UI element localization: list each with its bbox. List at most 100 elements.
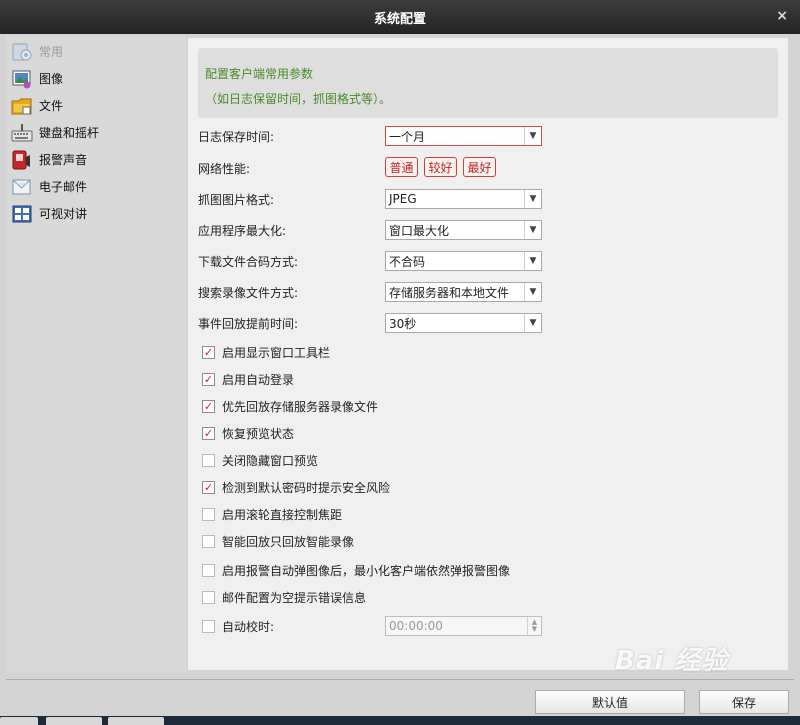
select-value: 窗口最大化 <box>389 223 450 238</box>
network-label: 网络性能: <box>198 161 251 176</box>
intercom-icon <box>11 203 33 225</box>
sidebar-item-label: 电子邮件 <box>39 180 88 194</box>
select-value: 存储服务器和本地文件 <box>389 285 510 300</box>
checkbox-label: 检测到默认密码时提示安全风险 <box>222 480 391 495</box>
taskbar-item[interactable] <box>46 717 102 725</box>
checkbox[interactable] <box>202 619 215 633</box>
download-merge-select[interactable]: 不合码 ▼ <box>385 251 542 271</box>
default-button[interactable]: 默认值 <box>535 690 685 714</box>
checkbox-show-toolbar[interactable]: ✓ 启用显示窗口工具栏 <box>202 342 330 362</box>
sidebar-item-label: 报警声音 <box>39 153 88 167</box>
checkbox-email-empty-error[interactable]: 邮件配置为空提示错误信息 <box>202 587 366 607</box>
checkbox[interactable]: ✓ <box>202 399 215 413</box>
app-maximize-label: 应用程序最大化: <box>198 223 287 238</box>
checkbox-alarm-popup-minimized[interactable]: 启用报警自动弹图像后，最小化客户端依然弹报警图像 <box>202 560 510 580</box>
info-line: （如日志保留时间，抓图格式等）。 <box>205 92 392 106</box>
checkbox-label: 恢复预览状态 <box>222 426 295 441</box>
chevron-down-icon: ▼ <box>524 190 541 208</box>
checkbox-restore-preview[interactable]: ✓ 恢复预览状态 <box>202 423 294 443</box>
network-good-button[interactable]: 较好 <box>424 157 457 177</box>
taskbar-item[interactable] <box>108 717 164 725</box>
search-record-label: 搜索录像文件方式: <box>198 285 299 300</box>
sidebar-item-keyboard[interactable]: 键盘和摇杆 <box>6 119 186 146</box>
settings-window: 系统配置 × 常用 图像 文件 键盘和摇杆 报警声音 电子邮件 可视对讲 配置客… <box>0 0 800 725</box>
checkbox-label: 邮件配置为空提示错误信息 <box>222 590 367 605</box>
checkbox[interactable]: ✓ <box>202 480 215 494</box>
select-value: JPEG <box>389 192 417 206</box>
checkbox[interactable]: ✓ <box>202 345 215 359</box>
footer-divider <box>6 679 794 680</box>
checkbox-close-hidden-preview[interactable]: 关闭隐藏窗口预览 <box>202 450 318 470</box>
checkbox-scroll-focus[interactable]: 启用滚轮直接控制焦距 <box>202 504 342 524</box>
checkbox-label: 启用报警自动弹图像后，最小化客户端依然弹报警图像 <box>222 563 511 578</box>
sidebar-item-alarm-sound[interactable]: 报警声音 <box>6 146 186 173</box>
chevron-down-icon: ▼ <box>524 221 541 239</box>
sidebar-item-label: 图像 <box>39 72 64 86</box>
watermark-logo: Bai 经验 <box>615 646 729 676</box>
spinner-icon[interactable]: ▲ ▼ <box>527 617 541 635</box>
info-box: 配置客户端常用参数 （如日志保留时间，抓图格式等）。 <box>198 48 778 118</box>
checkbox-auto-time-sync[interactable]: 自动校时: <box>202 616 274 636</box>
taskbar <box>0 716 800 725</box>
image-icon <box>11 68 33 90</box>
checkbox[interactable] <box>202 590 215 604</box>
checkbox-label: 关闭隐藏窗口预览 <box>222 453 319 468</box>
alarm-sound-icon <box>11 149 33 171</box>
network-row: 网络性能: 普通 较好 最好 <box>198 157 778 179</box>
chevron-down-icon: ▼ <box>524 283 541 301</box>
sidebar-item-label: 键盘和摇杆 <box>39 126 100 140</box>
checkbox-label: 智能回放只回放智能录像 <box>222 534 355 549</box>
checkbox[interactable] <box>202 453 215 467</box>
checkbox[interactable]: ✓ <box>202 426 215 440</box>
capture-format-select[interactable]: JPEG ▼ <box>385 189 542 209</box>
sidebar-item-label: 可视对讲 <box>39 207 88 221</box>
sidebar-item-file[interactable]: 文件 <box>6 92 186 119</box>
settings-icon <box>11 41 33 63</box>
checkbox[interactable] <box>202 507 215 521</box>
settings-panel: 配置客户端常用参数 （如日志保留时间，抓图格式等）。 日志保存时间: 一个月 ▼… <box>188 38 788 670</box>
checkbox-prefer-server-playback[interactable]: ✓ 优先回放存储服务器录像文件 <box>202 396 378 416</box>
checkbox[interactable] <box>202 563 215 577</box>
select-value: 一个月 <box>389 129 426 144</box>
taskbar-start[interactable] <box>0 717 38 725</box>
info-line: 配置客户端常用参数 <box>205 67 314 81</box>
checkbox-default-password-warning[interactable]: ✓ 检测到默认密码时提示安全风险 <box>202 477 390 497</box>
window-title: 系统配置 <box>373 11 426 27</box>
sidebar-item-intercom[interactable]: 可视对讲 <box>6 200 186 227</box>
search-record-select[interactable]: 存储服务器和本地文件 ▼ <box>385 282 542 302</box>
event-playback-select[interactable]: 30秒 ▼ <box>385 313 542 333</box>
sidebar-item-general[interactable]: 常用 <box>6 38 186 65</box>
select-value: 30秒 <box>389 316 417 331</box>
close-icon[interactable]: × <box>776 8 788 24</box>
log-retention-label: 日志保存时间: <box>198 129 275 144</box>
chevron-down-icon: ▼ <box>524 127 541 145</box>
app-maximize-row: 应用程序最大化: 窗口最大化 ▼ <box>198 219 778 241</box>
download-merge-label: 下载文件合码方式: <box>198 254 299 269</box>
checkbox-auto-login[interactable]: ✓ 启用自动登录 <box>202 369 294 389</box>
log-retention-select[interactable]: 一个月 ▼ <box>385 126 542 146</box>
sidebar-item-email[interactable]: 电子邮件 <box>6 173 186 200</box>
event-playback-label: 事件回放提前时间: <box>198 316 299 331</box>
network-best-button[interactable]: 最好 <box>463 157 496 177</box>
chevron-down-icon: ▼ <box>524 252 541 270</box>
sidebar-item-label: 文件 <box>39 99 64 113</box>
checkbox-label: 启用自动登录 <box>222 372 295 387</box>
auto-time-input[interactable]: 00:00:00 ▲ ▼ <box>385 616 542 636</box>
save-button[interactable]: 保存 <box>699 690 789 714</box>
capture-format-label: 抓图图片格式: <box>198 192 275 207</box>
checkbox-label: 自动校时: <box>222 619 275 634</box>
checkbox[interactable]: ✓ <box>202 372 215 386</box>
checkbox-label: 优先回放存储服务器录像文件 <box>222 399 379 414</box>
checkbox-smart-playback[interactable]: 智能回放只回放智能录像 <box>202 531 354 551</box>
download-merge-row: 下载文件合码方式: 不合码 ▼ <box>198 250 778 272</box>
chevron-down-icon: ▼ <box>524 314 541 332</box>
folder-icon <box>11 95 33 117</box>
checkbox[interactable] <box>202 534 215 548</box>
checkbox-label: 启用显示窗口工具栏 <box>222 345 331 360</box>
search-record-row: 搜索录像文件方式: 存储服务器和本地文件 ▼ <box>198 281 778 303</box>
time-value: 00:00:00 <box>389 619 443 633</box>
keyboard-icon <box>11 122 33 144</box>
sidebar-item-image[interactable]: 图像 <box>6 65 186 92</box>
app-maximize-select[interactable]: 窗口最大化 ▼ <box>385 220 542 240</box>
network-normal-button[interactable]: 普通 <box>385 157 418 177</box>
